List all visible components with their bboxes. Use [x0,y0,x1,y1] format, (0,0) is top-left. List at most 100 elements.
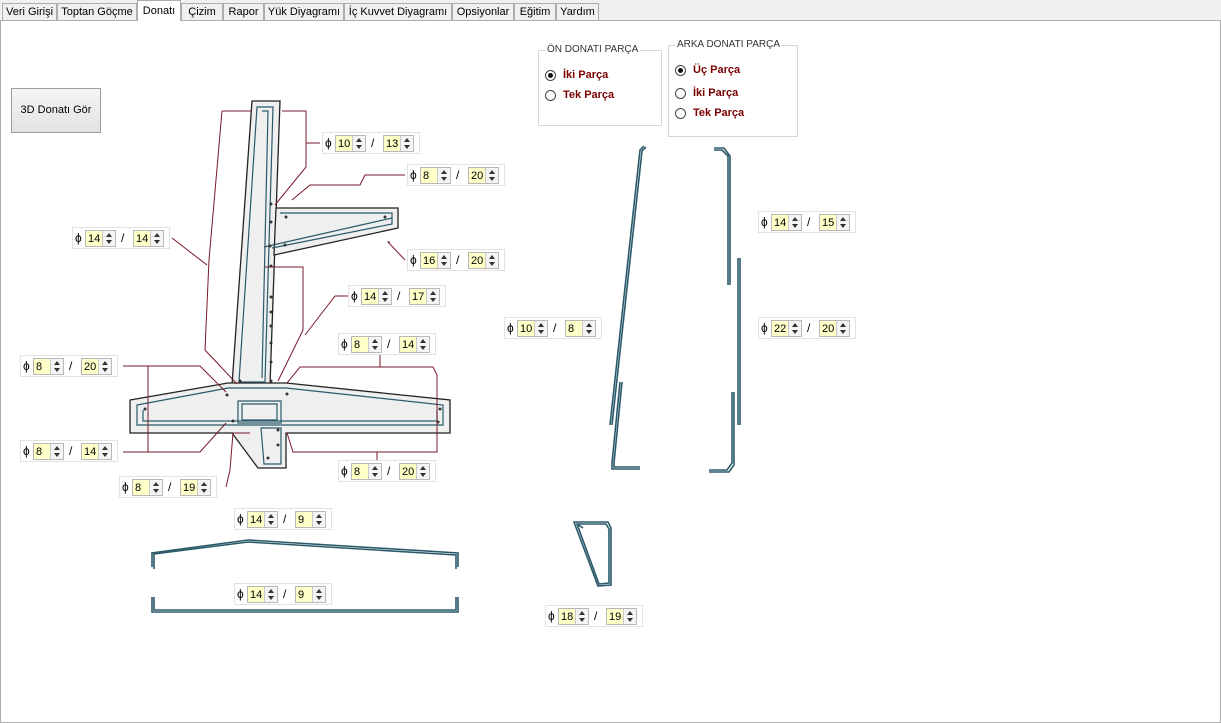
diameter-spinner[interactable]: 14 [771,214,802,231]
on-donati-group: ÖN DONATI PARÇA İki Parça Tek Parça [538,44,662,126]
spacing-spinner[interactable]: 17 [409,288,440,305]
spin-arrows-icon[interactable] [264,512,277,527]
spacing-spinner[interactable]: 19 [180,479,211,496]
phi-symbol: ϕ [761,321,768,335]
spin-arrows-icon[interactable] [149,480,162,495]
diameter-spinner[interactable]: 18 [558,608,589,625]
diameter-spinner[interactable]: 10 [335,135,366,152]
diameter-spinner[interactable]: 14 [85,230,116,247]
toe-slab-section [273,207,399,256]
spin-arrows-icon[interactable] [368,464,381,479]
spacing-spinner[interactable]: 20 [81,358,112,375]
spin-arrows-icon[interactable] [416,464,429,479]
spin-arrows-icon[interactable] [197,480,210,495]
spin-arrows-icon[interactable] [788,321,801,336]
diameter-spinner[interactable]: 10 [517,320,548,337]
rebar-control: ϕ 14 / 15 [758,211,856,233]
diameter-value: 8 [354,466,361,478]
spacing-spinner[interactable]: 14 [81,443,112,460]
diameter-spinner[interactable]: 8 [420,167,451,184]
slash-symbol: / [69,444,73,458]
diameter-spinner[interactable]: 8 [351,336,382,353]
spin-arrows-icon[interactable] [534,321,547,336]
phi-symbol: ϕ [23,359,30,373]
rebar-control: ϕ 8 / 19 [119,476,217,498]
spin-arrows-icon[interactable] [98,359,111,374]
phi-symbol: ϕ [237,587,244,601]
spin-arrows-icon[interactable] [437,253,450,268]
diameter-spinner[interactable]: 16 [420,252,451,269]
rebar-control: ϕ 14 / 9 [234,583,332,605]
spin-arrows-icon[interactable] [582,321,595,336]
spin-arrows-icon[interactable] [400,136,413,151]
spin-arrows-icon[interactable] [623,609,636,624]
spin-arrows-icon[interactable] [368,337,381,352]
radio-arka-tek-parca[interactable] [675,107,686,119]
spacing-spinner[interactable]: 19 [606,608,637,625]
spacing-spinner[interactable]: 9 [295,586,326,603]
radio-on-iki-parca[interactable] [545,69,556,81]
arka-donati-group: ARKA DONATI PARÇA Üç Parça İki Parça Tek… [668,39,798,137]
spacing-spinner[interactable]: 15 [819,214,850,231]
spin-arrows-icon[interactable] [50,444,63,459]
rebar-control: ϕ 18 / 19 [545,605,643,627]
spacing-value: 19 [609,611,622,623]
diameter-spinner[interactable]: 14 [247,511,278,528]
spacing-spinner[interactable]: 8 [565,320,596,337]
spin-arrows-icon[interactable] [426,289,439,304]
arka-option-uc-parca[interactable]: Üç Parça [675,62,740,78]
spin-arrows-icon[interactable] [836,321,849,336]
on-option-iki-parca[interactable]: İki Parça [545,67,608,83]
diameter-spinner[interactable]: 22 [771,320,802,337]
spin-arrows-icon[interactable] [836,215,849,230]
diameter-spinner[interactable]: 8 [33,358,64,375]
radio-on-tek-parca[interactable] [545,89,556,101]
diameter-spinner[interactable]: 8 [33,443,64,460]
radio-arka-iki-parca[interactable] [675,87,686,99]
spin-arrows-icon[interactable] [312,512,325,527]
diameter-spinner[interactable]: 14 [361,288,392,305]
spin-arrows-icon[interactable] [98,444,111,459]
spacing-spinner[interactable]: 14 [399,336,430,353]
spacing-value: 20 [822,323,835,335]
diameter-value: 8 [423,170,430,182]
spacing-spinner[interactable]: 20 [819,320,850,337]
spin-arrows-icon[interactable] [416,337,429,352]
arka-option-iki-parca[interactable]: İki Parça [675,85,738,101]
diameter-spinner[interactable]: 14 [247,586,278,603]
spin-arrows-icon[interactable] [437,168,450,183]
spin-arrows-icon[interactable] [352,136,365,151]
spacing-value: 14 [402,339,415,351]
diameter-spinner[interactable]: 8 [351,463,382,480]
arka-option-tek-parca[interactable]: Tek Parça [675,105,744,121]
tab-donati[interactable]: Donatı [137,0,181,21]
spin-arrows-icon[interactable] [788,215,801,230]
spacing-spinner[interactable]: 13 [383,135,414,152]
on-option-tek-parca[interactable]: Tek Parça [545,87,614,103]
rebar-control: ϕ 14 / 14 [72,227,170,249]
slash-symbol: / [371,136,375,150]
phi-symbol: ϕ [341,464,348,478]
slash-symbol: / [69,359,73,373]
diameter-spinner[interactable]: 8 [132,479,163,496]
spin-arrows-icon[interactable] [378,289,391,304]
spin-arrows-icon[interactable] [575,609,588,624]
spin-arrows-icon[interactable] [485,253,498,268]
spacing-spinner[interactable]: 14 [133,230,164,247]
spin-arrows-icon[interactable] [102,231,115,246]
on-donati-title: ÖN DONATI PARÇA [545,44,641,55]
spacing-spinner[interactable]: 20 [468,252,499,269]
radio-arka-uc-parca[interactable] [675,64,686,76]
slash-symbol: / [594,609,598,623]
slash-symbol: / [283,587,287,601]
spin-arrows-icon[interactable] [485,168,498,183]
spacing-value: 14 [136,233,149,245]
spin-arrows-icon[interactable] [264,587,277,602]
spin-arrows-icon[interactable] [50,359,63,374]
spacing-spinner[interactable]: 20 [468,167,499,184]
spacing-spinner[interactable]: 9 [295,511,326,528]
rebar-control: ϕ 22 / 20 [758,317,856,339]
spin-arrows-icon[interactable] [312,587,325,602]
spacing-spinner[interactable]: 20 [399,463,430,480]
spin-arrows-icon[interactable] [150,231,163,246]
